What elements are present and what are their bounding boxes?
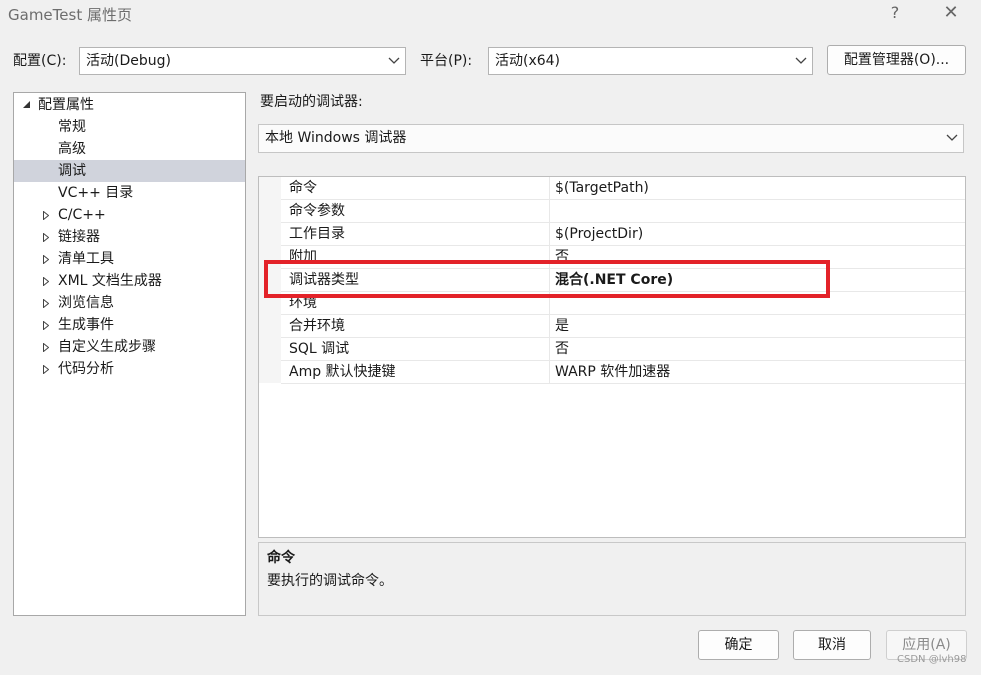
tree-item-label: 生成事件	[58, 317, 114, 333]
ok-button[interactable]: 确定	[698, 630, 779, 660]
column-divider	[549, 223, 550, 246]
debugger-value: 本地 Windows 调试器	[265, 130, 407, 146]
tree-item-vc-directories[interactable]: VC++ 目录	[14, 182, 245, 204]
tree-item-build-events[interactable]: 生成事件	[14, 314, 245, 336]
column-divider	[549, 269, 550, 292]
property-row-amp-accelerator[interactable]: Amp 默认快捷键 WARP 软件加速器	[281, 361, 965, 384]
property-value[interactable]: $(TargetPath)	[555, 177, 649, 200]
tree-item-label: C/C++	[58, 207, 106, 223]
property-row-sql-debugging[interactable]: SQL 调试 否	[281, 338, 965, 361]
property-name: Amp 默认快捷键	[289, 364, 396, 380]
tree-item-config-properties[interactable]: 配置属性	[14, 94, 245, 116]
property-value[interactable]: 是	[555, 315, 569, 338]
collapsed-triangle-icon[interactable]	[43, 358, 53, 380]
property-row-working-dir[interactable]: 工作目录 $(ProjectDir)	[281, 223, 965, 246]
property-name: 附加	[289, 249, 317, 265]
description-title: 命令	[267, 550, 295, 566]
tree-item-debugging[interactable]: 调试	[14, 160, 245, 182]
window-title: GameTest 属性页	[8, 6, 132, 24]
property-row-merge-env[interactable]: 合并环境 是	[281, 315, 965, 338]
tree-item-custom-build-step[interactable]: 自定义生成步骤	[14, 336, 245, 358]
tree-item-xml-doc-generator[interactable]: XML 文档生成器	[14, 270, 245, 292]
platform-value: 活动(x64)	[495, 53, 561, 69]
column-divider	[549, 361, 550, 384]
column-divider	[549, 177, 550, 200]
help-button[interactable]: ?	[878, 2, 912, 24]
cancel-button[interactable]: 取消	[793, 630, 871, 660]
tree-item-c-cpp[interactable]: C/C++	[14, 204, 245, 226]
collapsed-triangle-icon[interactable]	[43, 226, 53, 248]
tree-item-linker[interactable]: 链接器	[14, 226, 245, 248]
description-text: 要执行的调试命令。	[267, 573, 393, 589]
tree-item-general[interactable]: 常规	[14, 116, 245, 138]
property-row-attach[interactable]: 附加 否	[281, 246, 965, 269]
grid-gutter	[259, 177, 281, 383]
property-row-command[interactable]: 命令 $(TargetPath)	[281, 177, 965, 200]
column-divider	[549, 315, 550, 338]
property-value[interactable]: 否	[555, 246, 569, 269]
config-dropdown[interactable]: 活动(Debug)	[79, 47, 406, 75]
tree-item-label: XML 文档生成器	[58, 273, 162, 289]
tree-item-label: 高级	[58, 141, 86, 157]
tree-item-label: 调试	[58, 163, 86, 179]
tree-item-label: 常规	[58, 119, 86, 135]
column-divider	[549, 338, 550, 361]
config-label: 配置(C):	[13, 53, 67, 69]
chevron-down-icon	[387, 48, 401, 74]
title-bar: GameTest 属性页 ? ✕	[0, 0, 981, 28]
property-row-environment[interactable]: 环境	[281, 292, 965, 315]
platform-dropdown[interactable]: 活动(x64)	[488, 47, 813, 75]
chevron-down-icon	[945, 125, 959, 151]
tree-item-label: 自定义生成步骤	[58, 339, 156, 355]
tree-item-manifest-tool[interactable]: 清单工具	[14, 248, 245, 270]
tree-item-browse-info[interactable]: 浏览信息	[14, 292, 245, 314]
property-name: SQL 调试	[289, 341, 350, 357]
chevron-down-icon	[794, 48, 808, 74]
expanded-triangle-icon[interactable]	[23, 94, 33, 116]
property-grid[interactable]: 命令 $(TargetPath) 命令参数 工作目录 $(ProjectDir)…	[258, 176, 966, 538]
debugger-dropdown[interactable]: 本地 Windows 调试器	[258, 124, 964, 153]
property-value[interactable]: 混合(.NET Core)	[555, 269, 673, 292]
property-name: 工作目录	[289, 226, 345, 242]
tree-item-label: VC++ 目录	[58, 185, 134, 201]
property-name: 调试器类型	[289, 272, 359, 288]
close-button[interactable]: ✕	[934, 2, 968, 24]
property-tree[interactable]: 配置属性 常规 高级 调试 VC++ 目录 C/C++ 链接器 清单工具 XML…	[13, 92, 246, 616]
collapsed-triangle-icon[interactable]	[43, 204, 53, 226]
property-name: 命令	[289, 180, 317, 196]
tree-item-advanced[interactable]: 高级	[14, 138, 245, 160]
property-row-command-args[interactable]: 命令参数	[281, 200, 965, 223]
property-value[interactable]: WARP 软件加速器	[555, 361, 670, 384]
property-name: 环境	[289, 295, 317, 311]
column-divider	[549, 200, 550, 223]
watermark: CSDN @lvh98	[897, 654, 967, 665]
column-divider	[549, 292, 550, 315]
collapsed-triangle-icon[interactable]	[43, 270, 53, 292]
tree-item-label: 配置属性	[38, 97, 94, 113]
platform-label: 平台(P):	[420, 53, 473, 69]
description-panel: 命令 要执行的调试命令。	[258, 542, 966, 616]
property-name: 命令参数	[289, 203, 345, 219]
collapsed-triangle-icon[interactable]	[43, 248, 53, 270]
tree-item-label: 链接器	[58, 229, 100, 245]
property-name: 合并环境	[289, 318, 345, 334]
tree-item-label: 清单工具	[58, 251, 114, 267]
property-value[interactable]: $(ProjectDir)	[555, 223, 643, 246]
collapsed-triangle-icon[interactable]	[43, 336, 53, 358]
column-divider	[549, 246, 550, 269]
config-manager-button[interactable]: 配置管理器(O)...	[827, 45, 966, 75]
property-value[interactable]: 否	[555, 338, 569, 361]
property-row-debugger-type[interactable]: 调试器类型 混合(.NET Core)	[281, 269, 965, 292]
collapsed-triangle-icon[interactable]	[43, 314, 53, 336]
debugger-launch-label: 要启动的调试器:	[260, 94, 363, 110]
tree-item-label: 代码分析	[58, 361, 114, 377]
collapsed-triangle-icon[interactable]	[43, 292, 53, 314]
tree-item-code-analysis[interactable]: 代码分析	[14, 358, 245, 380]
config-value: 活动(Debug)	[86, 53, 171, 69]
tree-item-label: 浏览信息	[58, 295, 114, 311]
